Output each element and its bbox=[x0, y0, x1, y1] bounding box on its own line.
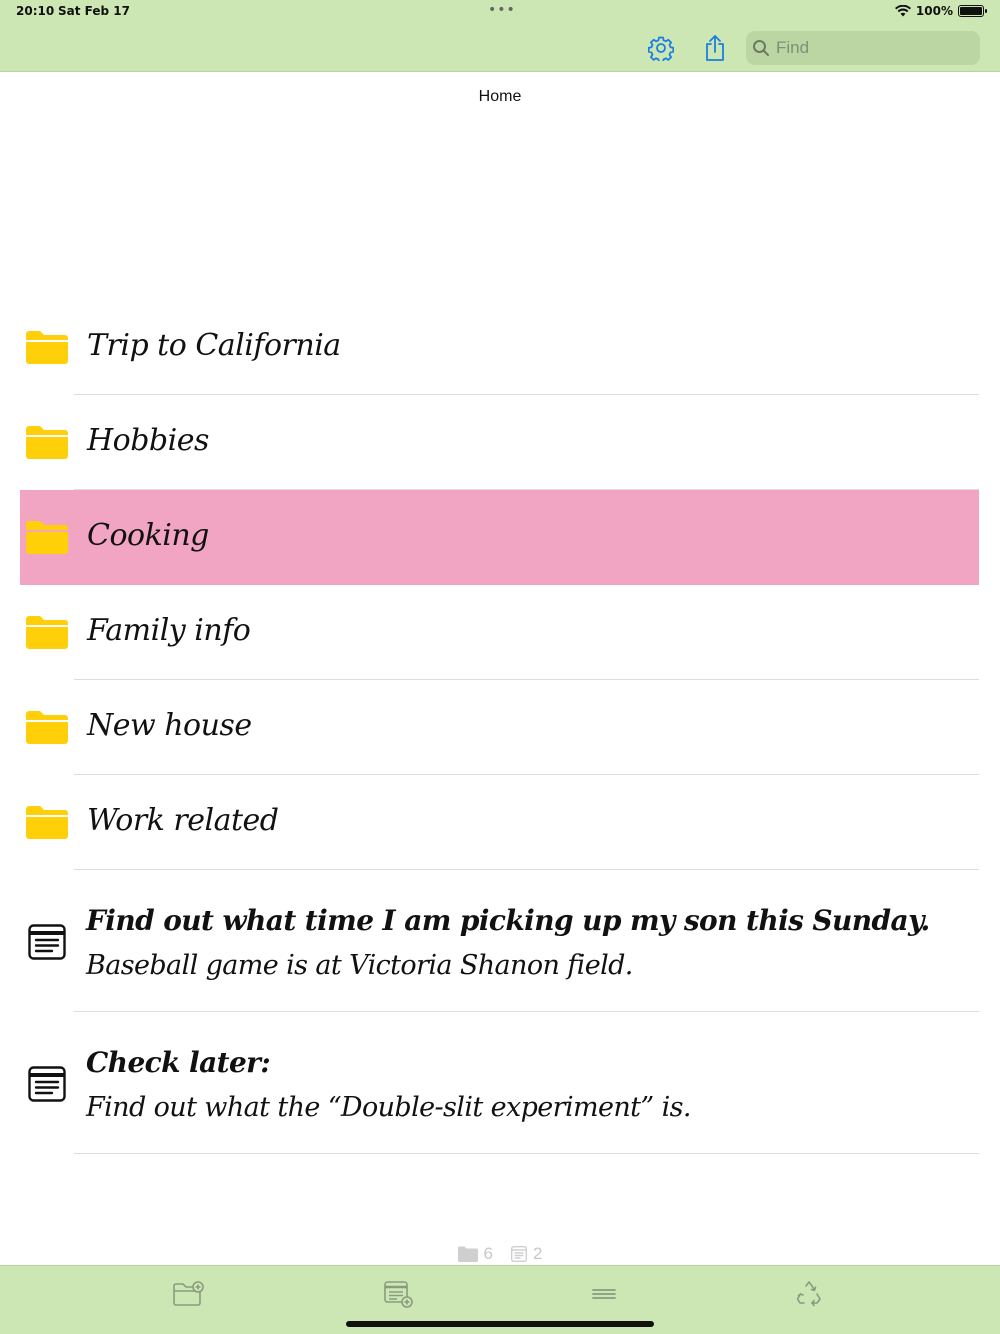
search-input[interactable] bbox=[776, 38, 966, 58]
share-icon bbox=[706, 35, 724, 61]
note-count-value: 2 bbox=[533, 1244, 543, 1263]
note-title: Check later: bbox=[86, 1046, 271, 1079]
note-add-icon bbox=[384, 1281, 413, 1308]
divider bbox=[74, 1153, 979, 1154]
note-icon bbox=[511, 1246, 527, 1262]
folder-icon bbox=[26, 331, 68, 364]
status-date: Sat Feb 17 bbox=[58, 4, 130, 18]
folder-name: Family info bbox=[87, 613, 251, 648]
note-row[interactable]: Find out what time I am picking up my so… bbox=[20, 870, 979, 1012]
note-title: Find out what time I am picking up my so… bbox=[86, 904, 930, 937]
folder-row[interactable]: Trip to California bbox=[20, 300, 979, 395]
folder-name: Work related bbox=[87, 803, 279, 838]
multitasking-dots[interactable]: ••• bbox=[488, 2, 516, 18]
settings-button[interactable] bbox=[645, 32, 677, 64]
recycle-bin-button[interactable] bbox=[791, 1278, 827, 1310]
new-note-button[interactable] bbox=[380, 1278, 416, 1310]
wifi-icon bbox=[894, 5, 911, 17]
folder-icon bbox=[26, 806, 68, 839]
folder-row[interactable]: Family info bbox=[20, 585, 979, 680]
folder-count: 6 bbox=[457, 1244, 493, 1264]
note-body: Baseball game is at Victoria Shanon fiel… bbox=[86, 950, 633, 981]
item-counts: 6 2 bbox=[0, 1244, 1000, 1264]
folder-row[interactable]: Work related bbox=[20, 775, 979, 870]
folder-name: Cooking bbox=[87, 518, 209, 553]
folder-row[interactable]: Hobbies bbox=[20, 395, 979, 490]
page-title: Home bbox=[478, 88, 522, 105]
recycle-icon bbox=[796, 1281, 821, 1307]
search-bar bbox=[746, 31, 980, 65]
new-folder-button[interactable] bbox=[170, 1278, 206, 1310]
note-icon bbox=[28, 1066, 66, 1102]
battery-icon bbox=[958, 5, 987, 17]
folder-count-value: 6 bbox=[483, 1244, 493, 1263]
folder-name: Hobbies bbox=[87, 423, 209, 458]
folder-row-selected[interactable]: Cooking bbox=[20, 490, 979, 585]
item-list: Trip to California Hobbies Cooking Famil… bbox=[20, 300, 979, 1154]
folder-row[interactable]: New house bbox=[20, 680, 979, 775]
battery-percent: 100% bbox=[915, 4, 953, 18]
app-root: 20:10 Sat Feb 17 ••• 100% Find Home Trip… bbox=[0, 0, 1000, 1334]
gear-icon bbox=[648, 36, 674, 61]
bottom-toolbar bbox=[0, 1265, 1000, 1334]
note-row[interactable]: Check later: Find out what the “Double-s… bbox=[20, 1012, 979, 1154]
status-right: 100% bbox=[894, 4, 987, 18]
folder-icon bbox=[26, 711, 68, 744]
folder-icon bbox=[26, 616, 68, 649]
home-indicator[interactable] bbox=[346, 1321, 654, 1327]
note-count: 2 bbox=[511, 1244, 542, 1264]
menu-button[interactable] bbox=[586, 1278, 622, 1310]
top-bar: 20:10 Sat Feb 17 ••• 100% bbox=[0, 0, 1000, 72]
folder-icon bbox=[457, 1246, 478, 1262]
search-icon bbox=[753, 40, 769, 56]
folder-icon bbox=[26, 521, 68, 554]
note-icon bbox=[28, 924, 66, 960]
folder-icon bbox=[26, 426, 68, 459]
note-body: Find out what the “Double-slit experimen… bbox=[86, 1092, 692, 1123]
status-time: 20:10 bbox=[16, 4, 55, 18]
share-button[interactable] bbox=[699, 32, 731, 64]
folder-name: Trip to California bbox=[87, 328, 341, 363]
folder-add-icon bbox=[173, 1281, 204, 1306]
menu-icon bbox=[592, 1289, 616, 1299]
folder-name: New house bbox=[87, 708, 252, 743]
